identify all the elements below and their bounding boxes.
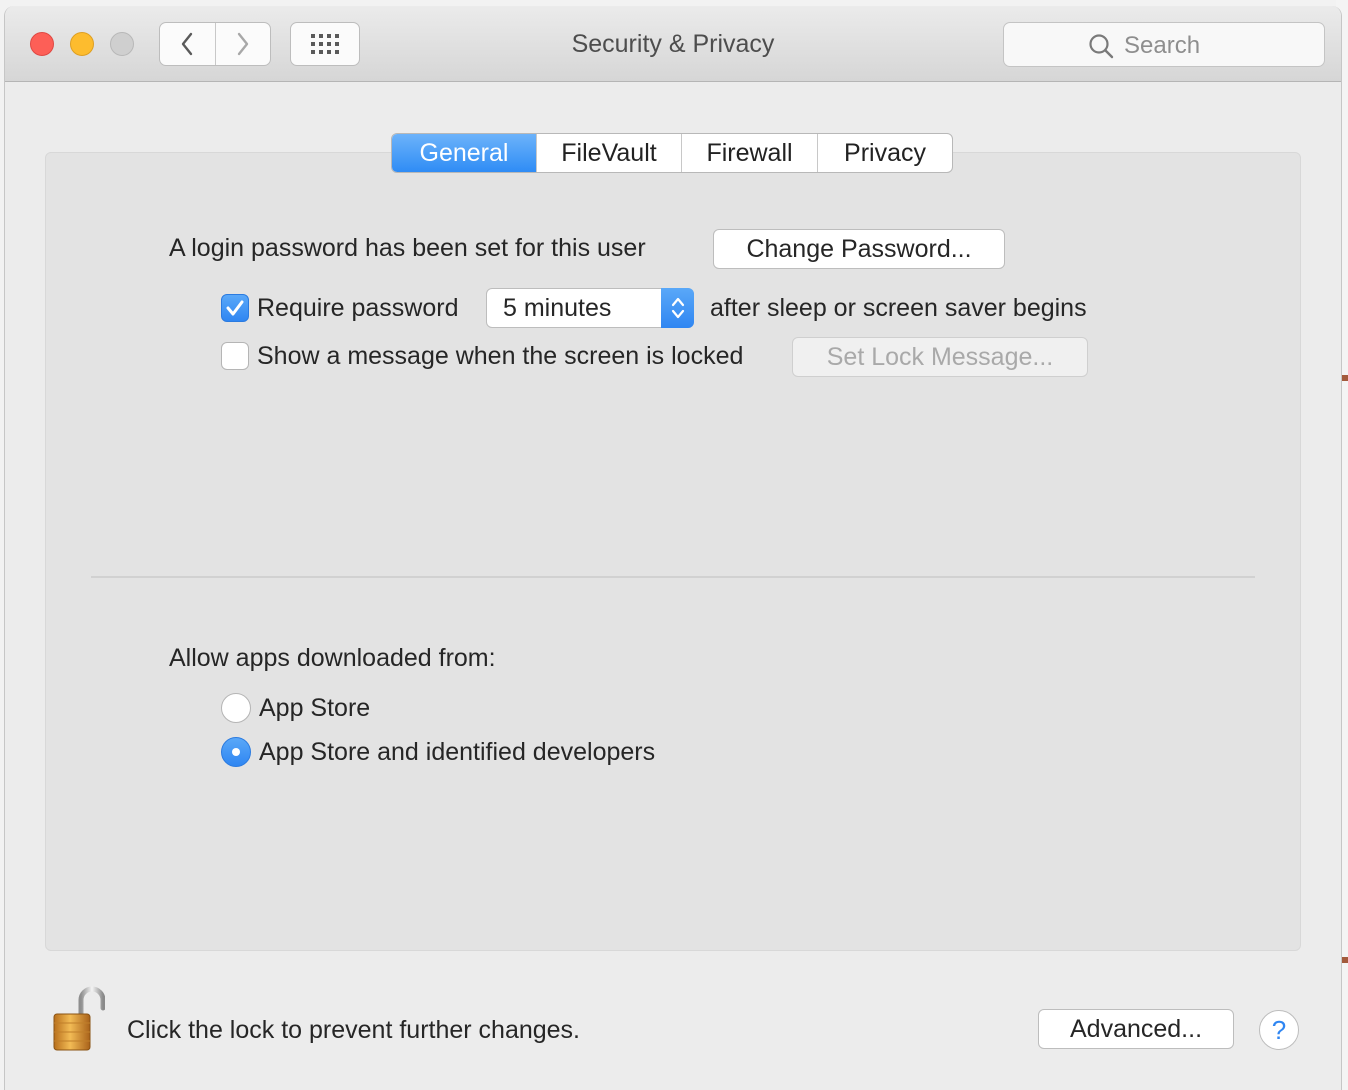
change-password-button[interactable]: Change Password... <box>713 229 1005 269</box>
after-sleep-text: after sleep or screen saver begins <box>710 294 1087 322</box>
preferences-window: Security & Privacy Search General FileVa… <box>4 6 1342 1090</box>
general-panel <box>45 152 1301 951</box>
title-bar: Security & Privacy Search <box>5 6 1341 82</box>
radio-app-store[interactable] <box>221 693 251 723</box>
help-button[interactable]: ? <box>1259 1010 1299 1050</box>
password-delay-value: 5 minutes <box>503 294 612 322</box>
section-divider <box>91 576 1255 578</box>
advanced-button[interactable]: Advanced... <box>1038 1009 1234 1049</box>
require-password-checkbox[interactable] <box>221 294 249 322</box>
show-message-checkbox[interactable] <box>221 342 249 370</box>
search-placeholder: Search <box>1124 32 1201 59</box>
chevron-updown-icon <box>671 297 684 319</box>
tab-firewall[interactable]: Firewall <box>681 134 817 172</box>
search-icon <box>1089 34 1114 59</box>
lock-open-icon <box>53 986 106 1051</box>
lock-button[interactable] <box>51 986 106 1059</box>
radio-app-store-identified-label: App Store and identified developers <box>259 738 656 766</box>
set-lock-message-button: Set Lock Message... <box>792 337 1088 377</box>
tab-privacy[interactable]: Privacy <box>817 134 952 172</box>
checkmark-icon <box>226 300 244 316</box>
stepper-arrows <box>661 288 694 328</box>
allow-apps-heading: Allow apps downloaded from: <box>169 644 496 672</box>
password-delay-select[interactable]: 5 minutes <box>486 288 694 328</box>
lock-status-text: Click the lock to prevent further change… <box>127 1016 581 1044</box>
help-icon: ? <box>1271 1014 1287 1045</box>
require-password-label: Require password <box>257 294 459 322</box>
tab-general[interactable]: General <box>392 134 536 172</box>
tab-filevault[interactable]: FileVault <box>536 134 681 172</box>
radio-app-store-identified[interactable] <box>221 737 251 767</box>
tab-bar: General FileVault Firewall Privacy <box>391 133 953 173</box>
login-password-text: A login password has been set for this u… <box>169 234 646 262</box>
radio-app-store-label: App Store <box>259 694 371 722</box>
show-message-label: Show a message when the screen is locked <box>257 342 744 370</box>
search-field[interactable]: Search <box>1003 22 1325 67</box>
